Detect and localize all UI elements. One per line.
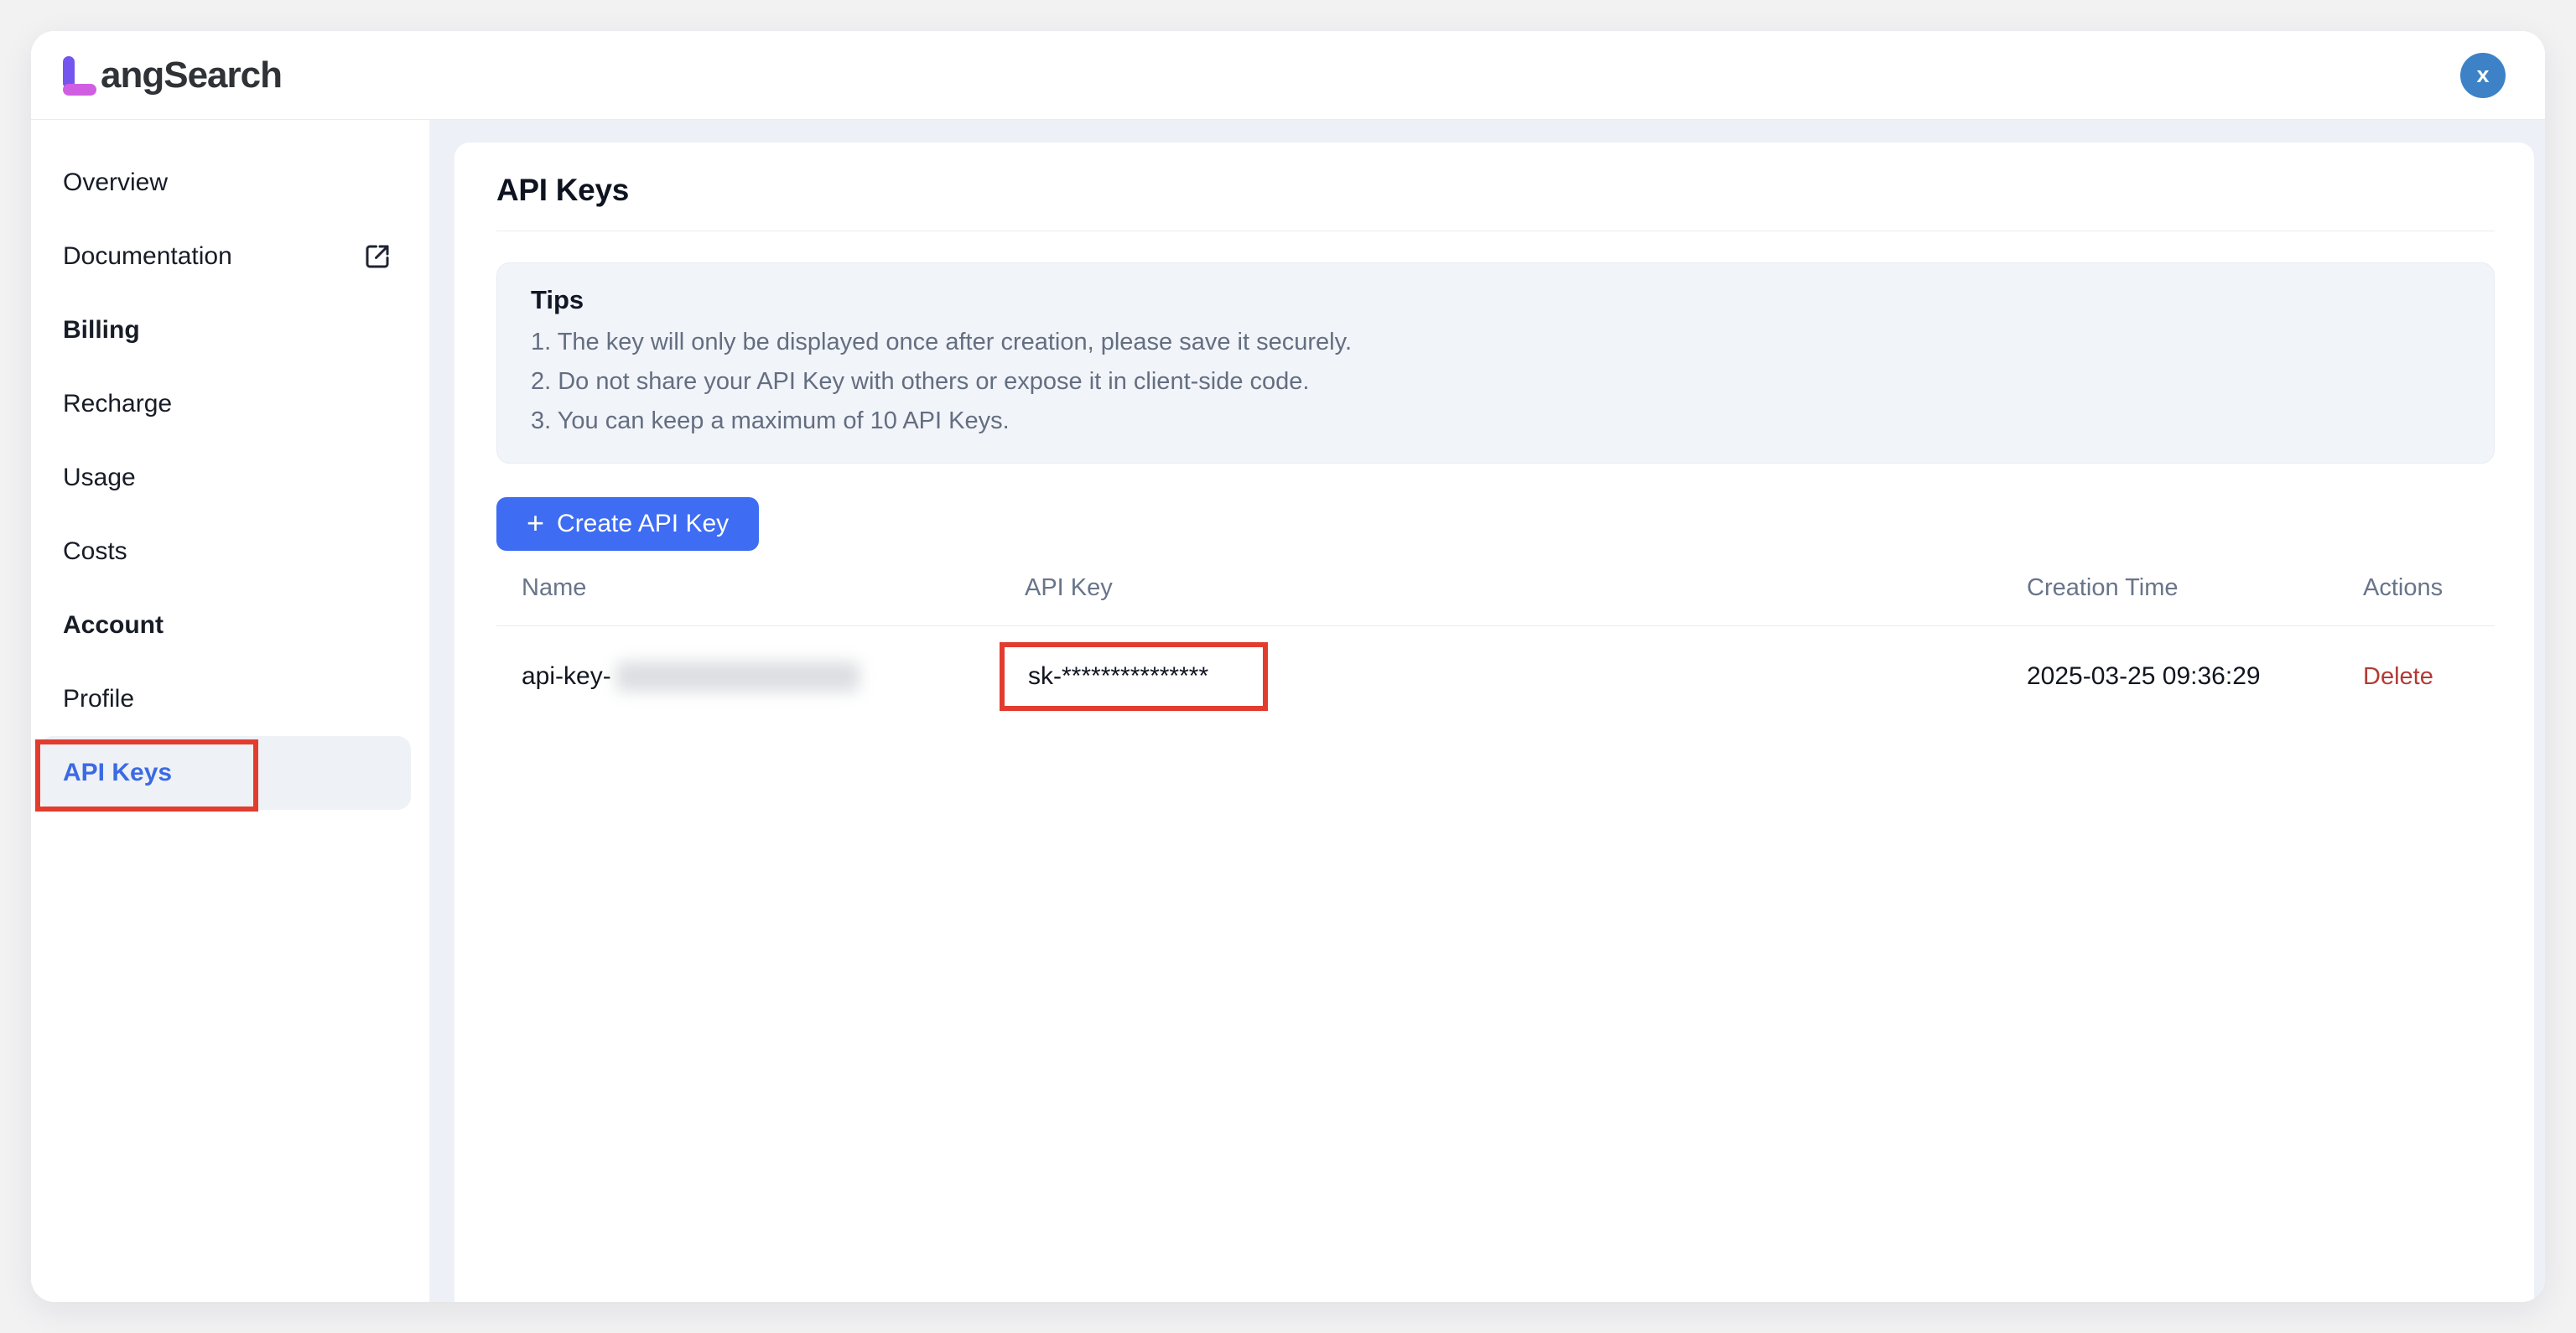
external-link-icon xyxy=(362,241,392,272)
api-key-name-prefix: api-key- xyxy=(522,662,611,691)
sidebar-section-account: Account xyxy=(31,589,429,662)
redacted-name-blur xyxy=(616,661,860,692)
column-header-api-key: API Key xyxy=(1025,574,2027,602)
annotation-highlight-api-key: sk-*************** xyxy=(1000,642,1268,711)
sidebar-item-profile[interactable]: Profile xyxy=(31,662,429,736)
sidebar: Overview Documentation Billing Recharge … xyxy=(31,120,429,1302)
sidebar-item-usage[interactable]: Usage xyxy=(31,441,429,515)
column-header-creation-time: Creation Time xyxy=(2027,574,2363,602)
tips-line-2: 2. Do not share your API Key with others… xyxy=(531,369,2460,394)
sidebar-item-costs[interactable]: Costs xyxy=(31,515,429,589)
app-window: angSearch x Overview Documentation Billi… xyxy=(31,31,2545,1302)
brand-name: angSearch xyxy=(101,54,282,96)
tips-line-3: 3. You can keep a maximum of 10 API Keys… xyxy=(531,408,2460,433)
api-keys-table: Name API Key Creation Time Actions api-k… xyxy=(496,551,2495,727)
main-panel: API Keys Tips 1. The key will only be di… xyxy=(454,143,2534,1302)
sidebar-item-recharge[interactable]: Recharge xyxy=(31,367,429,441)
delete-link[interactable]: Delete xyxy=(2363,663,2433,690)
user-avatar[interactable]: x xyxy=(2460,53,2506,98)
brand-logo: angSearch xyxy=(63,54,282,97)
tips-line-1: 1. The key will only be displayed once a… xyxy=(531,329,2460,355)
column-header-name: Name xyxy=(522,574,1025,602)
main-content-area: API Keys Tips 1. The key will only be di… xyxy=(429,120,2545,1302)
top-header: angSearch x xyxy=(31,31,2545,120)
api-key-masked-value: sk-*************** xyxy=(1028,662,1208,691)
api-key-value-cell: sk-*************** xyxy=(1025,642,2027,711)
table-header-row: Name API Key Creation Time Actions xyxy=(496,551,2495,626)
brand-l-mark-icon xyxy=(63,54,100,97)
plus-icon: + xyxy=(527,508,544,538)
creation-time-cell: 2025-03-25 09:36:29 xyxy=(2027,662,2363,691)
api-key-name-cell: api-key- xyxy=(522,661,1025,692)
page-title: API Keys xyxy=(496,143,2495,208)
app-body: Overview Documentation Billing Recharge … xyxy=(31,120,2545,1302)
create-api-key-button[interactable]: + Create API Key xyxy=(496,497,759,551)
sidebar-item-documentation[interactable]: Documentation xyxy=(31,220,429,293)
sidebar-section-billing: Billing xyxy=(31,293,429,367)
tips-heading: Tips xyxy=(531,285,2460,315)
sidebar-item-api-keys[interactable]: API Keys xyxy=(39,736,411,810)
column-header-actions: Actions xyxy=(2363,574,2495,602)
sidebar-item-overview[interactable]: Overview xyxy=(31,146,429,220)
table-row: api-key- sk-*************** 2025-03-25 0… xyxy=(496,626,2495,727)
tips-panel: Tips 1. The key will only be displayed o… xyxy=(496,262,2495,464)
create-api-key-label: Create API Key xyxy=(557,510,729,538)
actions-cell: Delete xyxy=(2363,662,2495,691)
sidebar-item-label: Documentation xyxy=(63,242,232,271)
